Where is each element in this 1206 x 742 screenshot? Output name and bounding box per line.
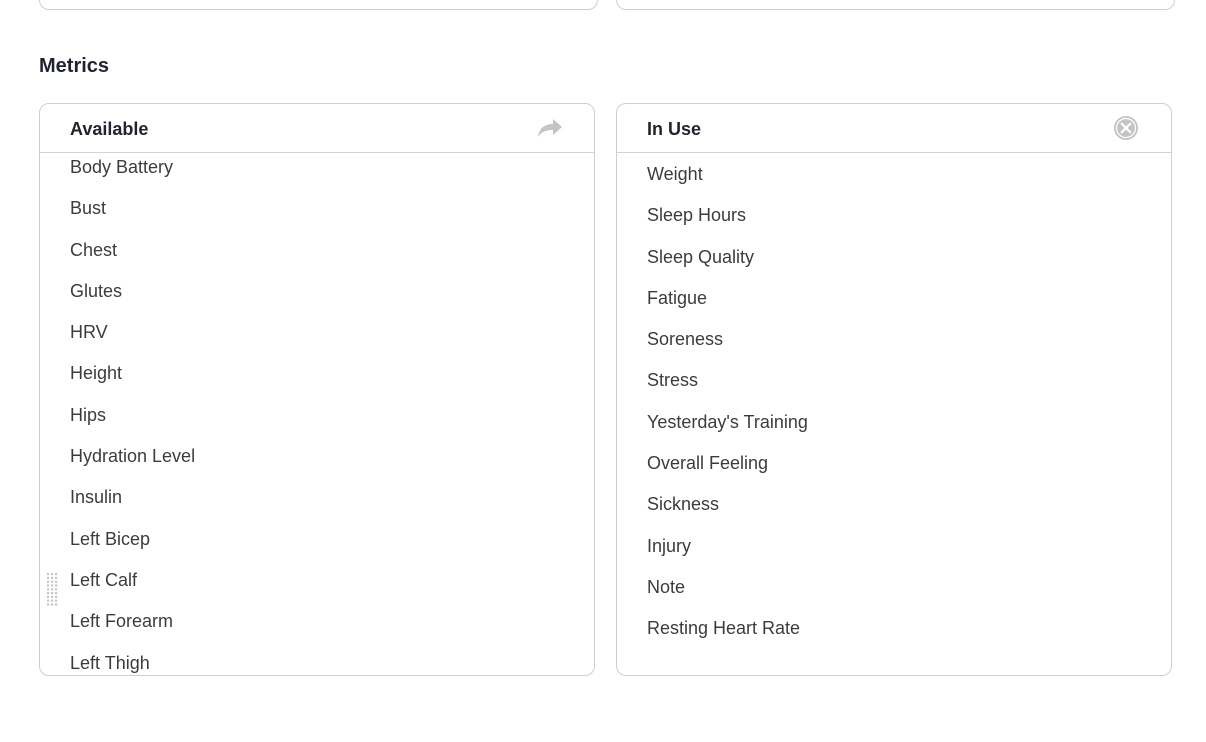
metric-list-item[interactable]: HRV	[40, 319, 594, 360]
available-list: Body Battery Bust Chest Glutes HRV Height Hips…	[40, 154, 594, 675]
top-card-left	[39, 0, 598, 10]
top-card-right	[616, 0, 1175, 10]
metric-list-item[interactable]: Insulin	[40, 484, 594, 525]
metric-label: Sleep Quality	[647, 246, 755, 267]
metric-list-item[interactable]: Note	[617, 575, 1171, 616]
metric-label: Yesterday's Training	[647, 411, 808, 432]
metric-list-item[interactable]: Glutes	[40, 278, 594, 319]
metric-list-item[interactable]: Overall Feeling	[617, 451, 1171, 492]
available-metrics-panel: Available Body Battery Bust Chest Glutes HRV…	[39, 103, 595, 676]
metric-list-item[interactable]: Injury	[617, 534, 1171, 575]
metric-list-item[interactable]: Left Bicep	[40, 526, 594, 567]
metric-list-item[interactable]: Left Calf	[40, 567, 594, 608]
in-use-list: Weight Sleep Hours Sleep Quality Fatigue Sor…	[617, 162, 1171, 658]
metric-label: Hips	[70, 404, 107, 425]
available-panel-title: Available	[70, 119, 149, 139]
metric-label: Bust	[70, 198, 107, 219]
metric-label: Left Thigh	[70, 652, 150, 673]
metric-list-item[interactable]: Chest	[40, 237, 594, 278]
metric-label: Note	[647, 576, 686, 597]
metric-label: Overall Feeling	[647, 453, 769, 474]
metric-list-item[interactable]: Bust	[40, 195, 594, 236]
metric-list-item[interactable]: Weight	[617, 162, 1171, 203]
metric-list-item[interactable]: Hips	[40, 402, 594, 443]
metric-label: Left Bicep	[70, 528, 151, 549]
available-panel-header: Available	[40, 104, 594, 153]
metric-label: Sickness	[647, 494, 720, 515]
metric-list-item[interactable]: Hydration Level	[40, 443, 594, 484]
metric-list-item[interactable]: Yesterday's Training	[617, 410, 1171, 451]
in-use-metrics-panel: In Use Weight Sleep Hours Sleep Quality Fat…	[616, 103, 1172, 676]
metric-list-item[interactable]: Left Thigh	[40, 650, 594, 675]
metric-label: Body Battery	[70, 157, 174, 177]
metric-list-item[interactable]: Left Forearm	[40, 608, 594, 649]
top-cards	[39, 0, 1175, 10]
metric-list-item[interactable]: Sickness	[617, 492, 1171, 533]
metric-label: Soreness	[647, 329, 724, 350]
metric-label: Sleep Hours	[647, 205, 747, 226]
metric-label: Chest	[70, 239, 118, 260]
metric-list-item[interactable]: Sleep Quality	[617, 245, 1171, 286]
metric-list-item[interactable]: Resting Heart Rate	[617, 616, 1171, 657]
share-arrow-icon[interactable]	[536, 117, 564, 139]
metric-label: Hydration Level	[70, 446, 196, 467]
in-use-panel-title: In Use	[647, 119, 702, 139]
metric-list-item[interactable]: Soreness	[617, 327, 1171, 368]
drag-handle-icon[interactable]	[46, 572, 59, 606]
metric-label: Weight	[647, 164, 703, 184]
metric-list-item[interactable]: Fatigue	[617, 286, 1171, 327]
metric-label: Stress	[647, 370, 699, 391]
metric-label: Injury	[647, 535, 692, 556]
section-title: Metrics	[39, 55, 110, 77]
metric-label: Left Forearm	[70, 611, 174, 632]
metric-list-item[interactable]: Height	[40, 360, 594, 401]
in-use-panel-header: In Use	[617, 104, 1171, 153]
metric-label: Glutes	[70, 280, 123, 301]
metric-list-item[interactable]: Stress	[617, 368, 1171, 409]
metric-label: Fatigue	[647, 287, 708, 308]
clear-circle-icon[interactable]	[1113, 115, 1139, 141]
metric-label: Height	[70, 363, 123, 384]
metric-label: Left Calf	[70, 569, 138, 590]
metric-label: HRV	[70, 322, 108, 343]
metric-list-item[interactable]: Body Battery	[40, 154, 594, 195]
metric-label: Insulin	[70, 487, 123, 508]
metric-label: Resting Heart Rate	[647, 618, 801, 639]
metric-list-item[interactable]: Sleep Hours	[617, 203, 1171, 244]
